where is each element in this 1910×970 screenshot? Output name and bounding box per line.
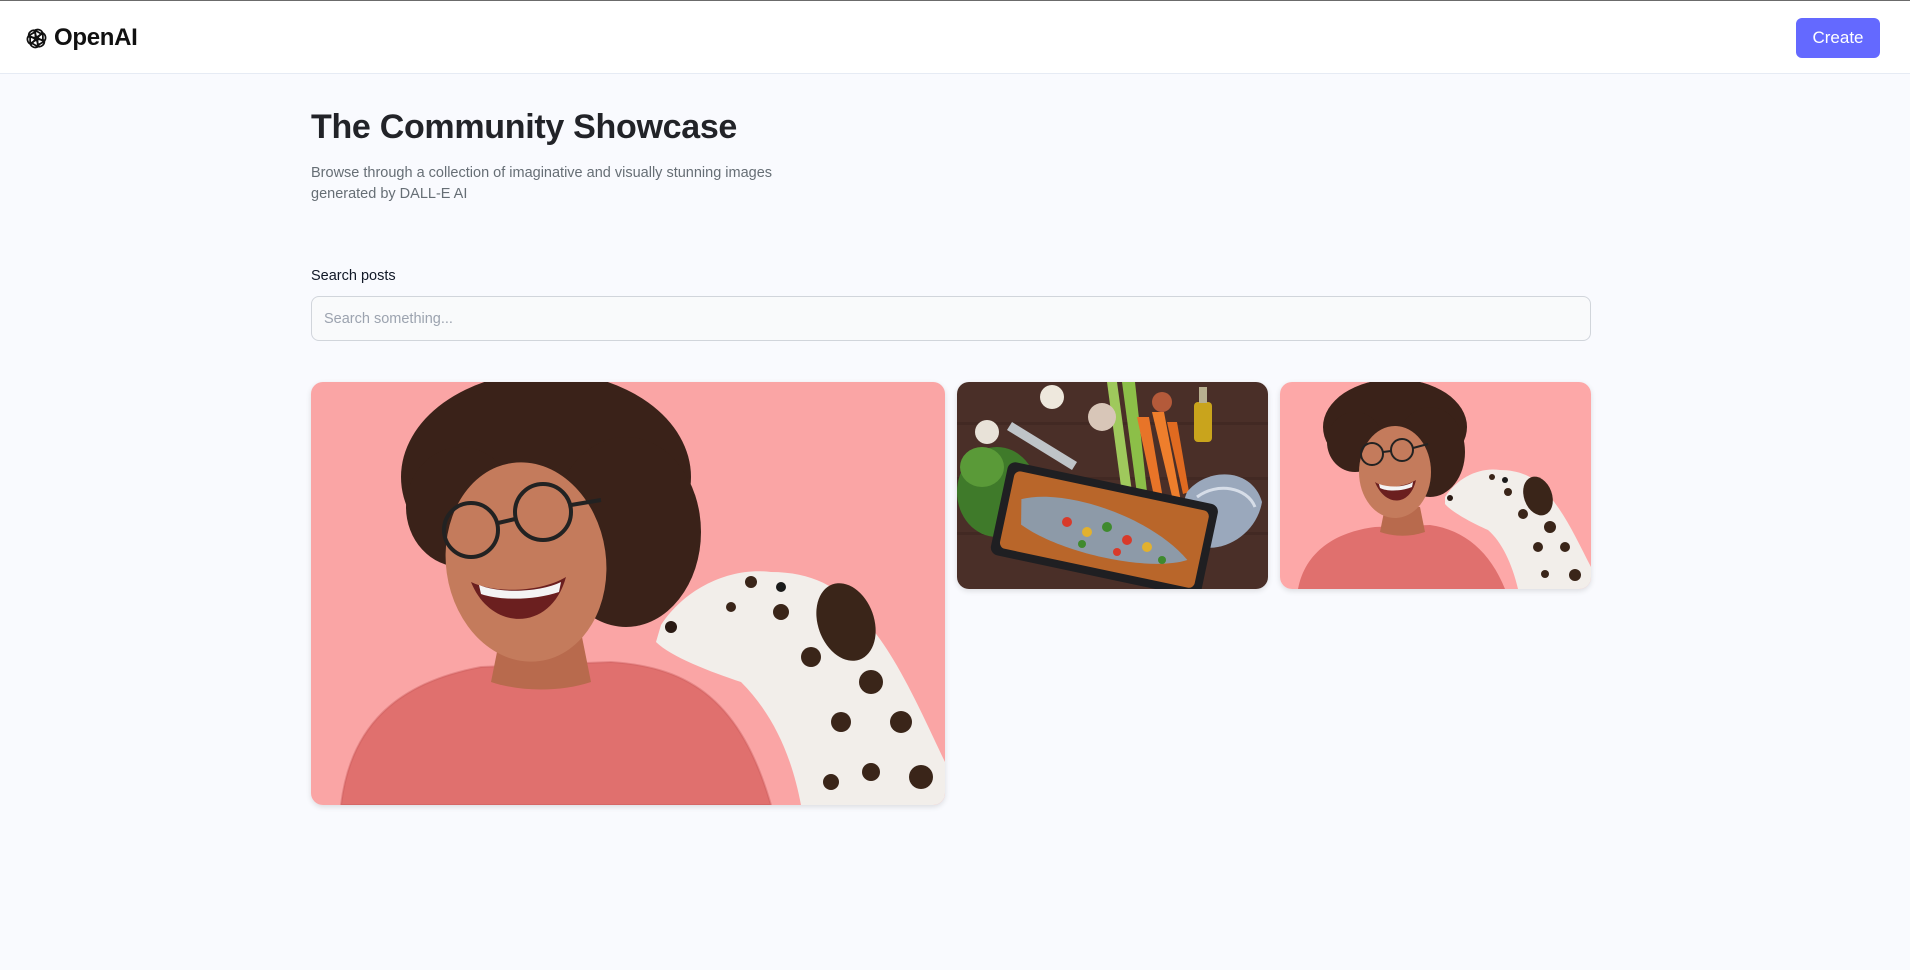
gallery-image-woman-dalmatian bbox=[311, 382, 945, 805]
app-header: OpenAI Create bbox=[0, 0, 1910, 74]
gallery-card-1[interactable] bbox=[311, 382, 945, 805]
search-label: Search posts bbox=[311, 268, 396, 284]
openai-logo-icon bbox=[26, 28, 47, 48]
page-subtitle: Browse through a collection of imaginati… bbox=[311, 165, 773, 202]
gallery-image-woman-dalmatian-small bbox=[1280, 382, 1591, 589]
openai-logo[interactable]: OpenAI bbox=[22, 23, 138, 53]
logo-text: OpenAI bbox=[54, 24, 138, 51]
search-input[interactable] bbox=[311, 296, 1591, 341]
page-title: The Community Showcase bbox=[311, 108, 738, 146]
gallery-image-fish-vegetables bbox=[957, 382, 1268, 589]
gallery-card-3[interactable] bbox=[1280, 382, 1591, 589]
gallery-card-2[interactable] bbox=[957, 382, 1268, 589]
create-button[interactable]: Create bbox=[1796, 18, 1880, 58]
